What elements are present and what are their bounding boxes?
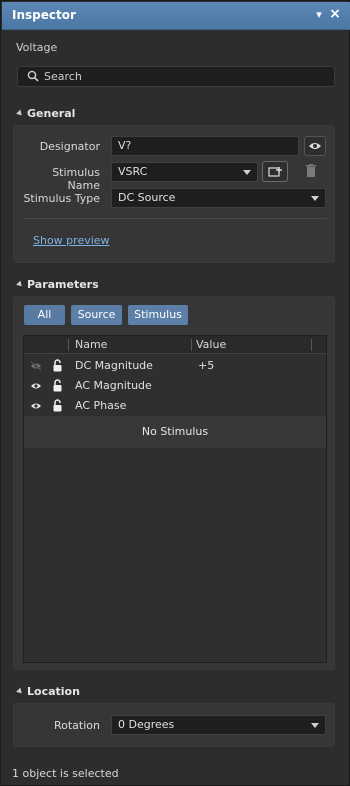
- stimulus-type-value: DC Source: [118, 191, 176, 204]
- table-row[interactable]: DC Magnitude +5: [24, 356, 326, 376]
- param-name: AC Magnitude: [75, 379, 152, 392]
- filter-stimulus-button[interactable]: Stimulus: [128, 305, 188, 325]
- no-stimulus-text: No Stimulus: [141, 425, 209, 438]
- section-parameters-title: Parameters: [27, 278, 99, 291]
- unlock-icon[interactable]: [53, 359, 62, 375]
- param-value[interactable]: +5: [198, 359, 214, 372]
- search-icon: [27, 70, 39, 85]
- collapse-triangle-icon: [16, 109, 24, 118]
- section-location-header[interactable]: Location: [16, 685, 80, 698]
- pin-menu-icon[interactable]: ▾: [312, 7, 326, 23]
- close-icon[interactable]: ×: [328, 7, 342, 23]
- visibility-toggle-button[interactable]: [304, 136, 326, 156]
- column-header-name[interactable]: Name: [75, 338, 107, 351]
- general-divider: [23, 218, 327, 219]
- chevron-down-icon: [311, 723, 319, 728]
- column-header-value[interactable]: Value: [196, 338, 226, 351]
- collapse-triangle-icon: [16, 687, 24, 696]
- filter-source-button[interactable]: Source: [71, 305, 122, 325]
- stimulus-type-select[interactable]: DC Source: [111, 188, 326, 208]
- eye-icon[interactable]: [30, 381, 42, 394]
- param-name: AC Phase: [75, 399, 127, 412]
- rotation-value: 0 Degrees: [118, 718, 175, 731]
- show-preview-link[interactable]: Show preview: [33, 234, 110, 247]
- collapse-triangle-icon: [16, 280, 24, 289]
- eye-icon[interactable]: [30, 401, 42, 414]
- stimulus-type-label: Stimulus Type: [23, 192, 100, 205]
- object-kind-label: Voltage: [16, 41, 58, 54]
- column-separator: [191, 339, 192, 351]
- chevron-down-icon: [243, 170, 251, 175]
- chevron-down-icon: [311, 196, 319, 201]
- filter-all-button[interactable]: All: [24, 305, 65, 325]
- stimulus-name-value: VSRC: [118, 165, 148, 178]
- inspector-panel: Inspector ▾ × Voltage Search General Des…: [0, 0, 350, 786]
- stimulus-name-label: Stimulus Name: [52, 166, 100, 192]
- designator-label: Designator: [39, 140, 100, 153]
- unlock-icon[interactable]: [53, 379, 62, 395]
- section-general-header[interactable]: General: [16, 107, 76, 120]
- param-name: DC Magnitude: [75, 359, 153, 372]
- rotation-label: Rotation: [53, 719, 100, 732]
- no-stimulus-banner: No Stimulus: [24, 416, 326, 448]
- add-stimulus-button[interactable]: [262, 161, 288, 182]
- table-row[interactable]: AC Phase: [24, 396, 326, 416]
- search-placeholder: Search: [44, 70, 82, 83]
- designator-field[interactable]: V?: [111, 136, 299, 156]
- section-parameters-header[interactable]: Parameters: [16, 278, 99, 291]
- eye-hidden-icon[interactable]: [30, 361, 42, 374]
- section-general-title: General: [27, 107, 76, 120]
- selection-status: 1 object is selected: [12, 767, 119, 780]
- trash-icon[interactable]: [305, 164, 317, 181]
- rotation-select[interactable]: 0 Degrees: [111, 715, 326, 735]
- section-location-title: Location: [27, 685, 80, 698]
- panel-title: Inspector: [12, 8, 76, 22]
- column-separator: [68, 339, 69, 351]
- stimulus-name-select[interactable]: VSRC: [111, 162, 258, 182]
- column-separator: [311, 339, 312, 351]
- table-header: Name Value: [24, 336, 326, 354]
- table-row[interactable]: AC Magnitude: [24, 376, 326, 396]
- title-bar: Inspector ▾ ×: [2, 2, 350, 30]
- new-stimulus-icon: [268, 165, 284, 182]
- search-input[interactable]: Search: [17, 66, 335, 87]
- parameters-table: Name Value DC Magnitude +5 AC Magnitude: [23, 335, 327, 663]
- eye-icon: [308, 140, 322, 155]
- unlock-icon[interactable]: [53, 399, 62, 415]
